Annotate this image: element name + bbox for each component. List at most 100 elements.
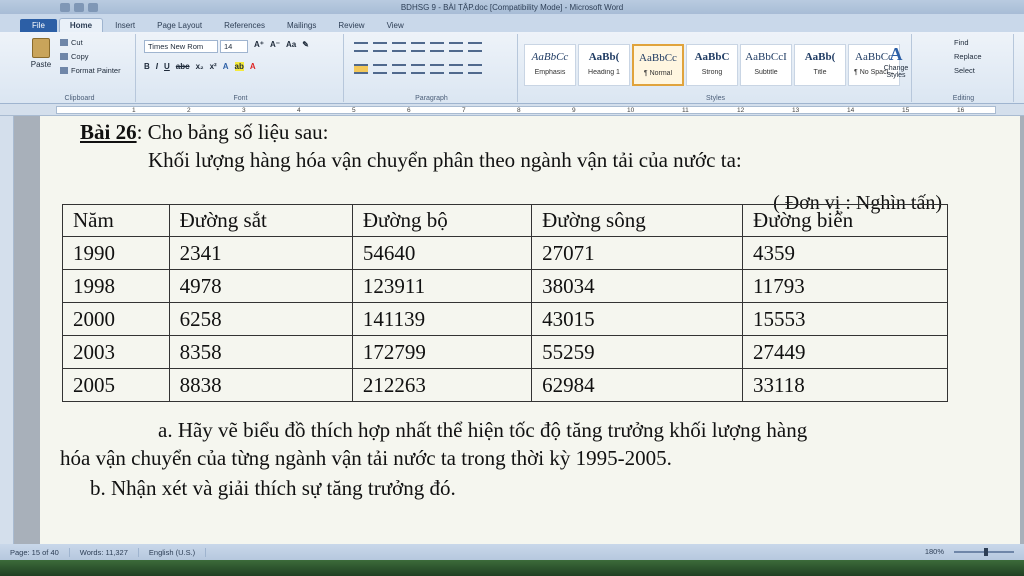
bold-icon[interactable]: B: [144, 62, 150, 71]
copy-label: Copy: [71, 52, 89, 61]
document-page[interactable]: Bài 26: Cho bảng số liệu sau: Khối lượng…: [40, 116, 1020, 544]
shrink-font-icon[interactable]: A⁻: [270, 40, 280, 49]
vertical-ruler[interactable]: [0, 116, 14, 544]
underline-icon[interactable]: U: [164, 62, 170, 71]
tab-page-layout[interactable]: Page Layout: [147, 19, 212, 32]
table-cell: 4978: [168, 269, 353, 303]
style-emphasis[interactable]: AaBbCc Emphasis: [524, 44, 576, 86]
taskbar: [0, 560, 1024, 576]
cut-button[interactable]: Cut: [60, 38, 83, 47]
tab-review[interactable]: Review: [328, 19, 374, 32]
table-cell: 62984: [531, 368, 744, 402]
format-painter-button[interactable]: Format Painter: [60, 66, 121, 75]
table-cell: 33118: [742, 368, 948, 402]
brush-icon: [60, 67, 68, 74]
bullets-icon[interactable]: [354, 42, 368, 52]
scissors-icon: [60, 39, 68, 46]
line-spacing-icon[interactable]: [430, 64, 444, 74]
clipboard-group-label: Clipboard: [64, 95, 95, 102]
superscript-icon[interactable]: x²: [210, 62, 217, 71]
table-cell: 1990: [62, 236, 170, 270]
style-title[interactable]: AaBb( Title: [794, 44, 846, 86]
question-a-line-1: a. Hãy vẽ biểu đồ thích hợp nhất thể hiệ…: [158, 418, 808, 442]
clear-formatting-icon[interactable]: ✎: [302, 40, 309, 49]
subscript-icon[interactable]: x₂: [196, 62, 204, 71]
style-normal[interactable]: AaBbCc ¶ Normal: [632, 44, 684, 86]
styles-group-label: Styles: [705, 95, 726, 102]
tab-home[interactable]: Home: [58, 18, 104, 32]
clipboard-icon: [32, 38, 50, 58]
table-cell: 8358: [168, 335, 353, 369]
table-cell: 15553: [742, 302, 948, 336]
change-styles-button[interactable]: A Change Styles: [882, 44, 910, 79]
decrease-indent-icon[interactable]: [411, 42, 425, 52]
table-header-row: Năm Đường sắt Đường bộ Đường sông Đường …: [62, 204, 948, 237]
table-row: 2000 6258 141139 43015 15553: [62, 302, 948, 336]
freight-table: Năm Đường sắt Đường bộ Đường sông Đường …: [62, 204, 948, 402]
sort-icon[interactable]: [449, 42, 463, 52]
document-area: Bài 26: Cho bảng số liệu sau: Khối lượng…: [0, 116, 1024, 544]
align-right-icon[interactable]: [392, 64, 406, 74]
numbering-icon[interactable]: [373, 42, 387, 52]
text-effects-icon[interactable]: A: [223, 62, 229, 71]
align-left-icon[interactable]: [354, 64, 368, 74]
tab-insert[interactable]: Insert: [105, 19, 145, 32]
styles-gallery: AaBbCc Emphasis AaBb( Heading 1 AaBbCc ¶…: [524, 44, 900, 86]
table-cell: 27449: [742, 335, 948, 369]
change-case-icon[interactable]: Aa: [286, 40, 296, 49]
table-cell: 54640: [351, 236, 533, 270]
highlight-icon[interactable]: ab: [234, 62, 244, 71]
header-road: Đường bộ: [351, 204, 533, 237]
style-subtitle[interactable]: AaBbCcI Subtitle: [740, 44, 792, 86]
strikethrough-icon[interactable]: abc: [176, 62, 190, 71]
replace-button[interactable]: Replace: [954, 52, 982, 61]
font-name-select[interactable]: Times New Rom: [144, 40, 218, 53]
align-center-icon[interactable]: [373, 64, 387, 74]
zoom-level[interactable]: 180%: [925, 547, 944, 556]
table-cell: 6258: [168, 302, 353, 336]
table-cell: 4359: [742, 236, 948, 270]
italic-icon[interactable]: I: [156, 62, 158, 71]
font-size-select[interactable]: 14: [220, 40, 248, 53]
editing-group-label: Editing: [952, 95, 975, 102]
select-button[interactable]: Select: [954, 66, 975, 75]
increase-indent-icon[interactable]: [430, 42, 444, 52]
zoom-slider[interactable]: [954, 548, 1014, 556]
shading-icon[interactable]: [449, 64, 463, 74]
ruler-band: 1 2 3 4 5 6 7 8 9 10 11 12 13 14 15 16: [56, 106, 996, 114]
table-row: 1990 2341 54640 27071 4359: [62, 236, 948, 270]
justify-icon[interactable]: [411, 64, 425, 74]
tab-mailings[interactable]: Mailings: [277, 19, 326, 32]
font-color-icon[interactable]: A: [250, 62, 256, 71]
tab-file[interactable]: File: [20, 19, 57, 32]
grow-font-icon[interactable]: A⁺: [254, 40, 264, 49]
font-group: Times New Rom 14 A⁺ A⁻ Aa ✎ B I U abc x₂…: [138, 34, 344, 102]
table-cell: 8838: [168, 368, 353, 402]
tab-view[interactable]: View: [377, 19, 414, 32]
table-cell: 43015: [531, 302, 744, 336]
show-marks-icon[interactable]: [468, 42, 482, 52]
cut-label: Cut: [71, 38, 83, 47]
find-button[interactable]: Find: [954, 38, 969, 47]
table-cell: 55259: [531, 335, 744, 369]
page-count[interactable]: Page: 15 of 40: [0, 547, 70, 557]
question-b: b. Nhận xét và giải thích sự tăng trưởng…: [90, 476, 456, 500]
multilevel-list-icon[interactable]: [392, 42, 406, 52]
horizontal-ruler[interactable]: 1 2 3 4 5 6 7 8 9 10 11 12 13 14 15 16: [0, 104, 1024, 116]
paragraph-group-label: Paragraph: [415, 95, 448, 102]
table-caption: Khối lượng hàng hóa vận chuyển phân theo…: [148, 148, 742, 172]
header-river: Đường sông: [531, 204, 744, 237]
language-indicator[interactable]: English (U.S.): [139, 547, 207, 557]
table-row: 2005 8838 212263 62984 33118: [62, 368, 948, 402]
table-cell: 2000: [62, 302, 170, 336]
paste-button[interactable]: Paste: [28, 38, 54, 76]
table-cell: 123911: [351, 269, 533, 303]
style-heading-1[interactable]: AaBb( Heading 1: [578, 44, 630, 86]
borders-icon[interactable]: [468, 64, 482, 74]
style-strong[interactable]: AaBbC Strong: [686, 44, 738, 86]
copy-button[interactable]: Copy: [60, 52, 89, 61]
tab-references[interactable]: References: [214, 19, 275, 32]
table-cell: 11793: [742, 269, 948, 303]
zoom-slider-handle[interactable]: [984, 548, 988, 556]
word-count[interactable]: Words: 11,327: [70, 547, 139, 557]
